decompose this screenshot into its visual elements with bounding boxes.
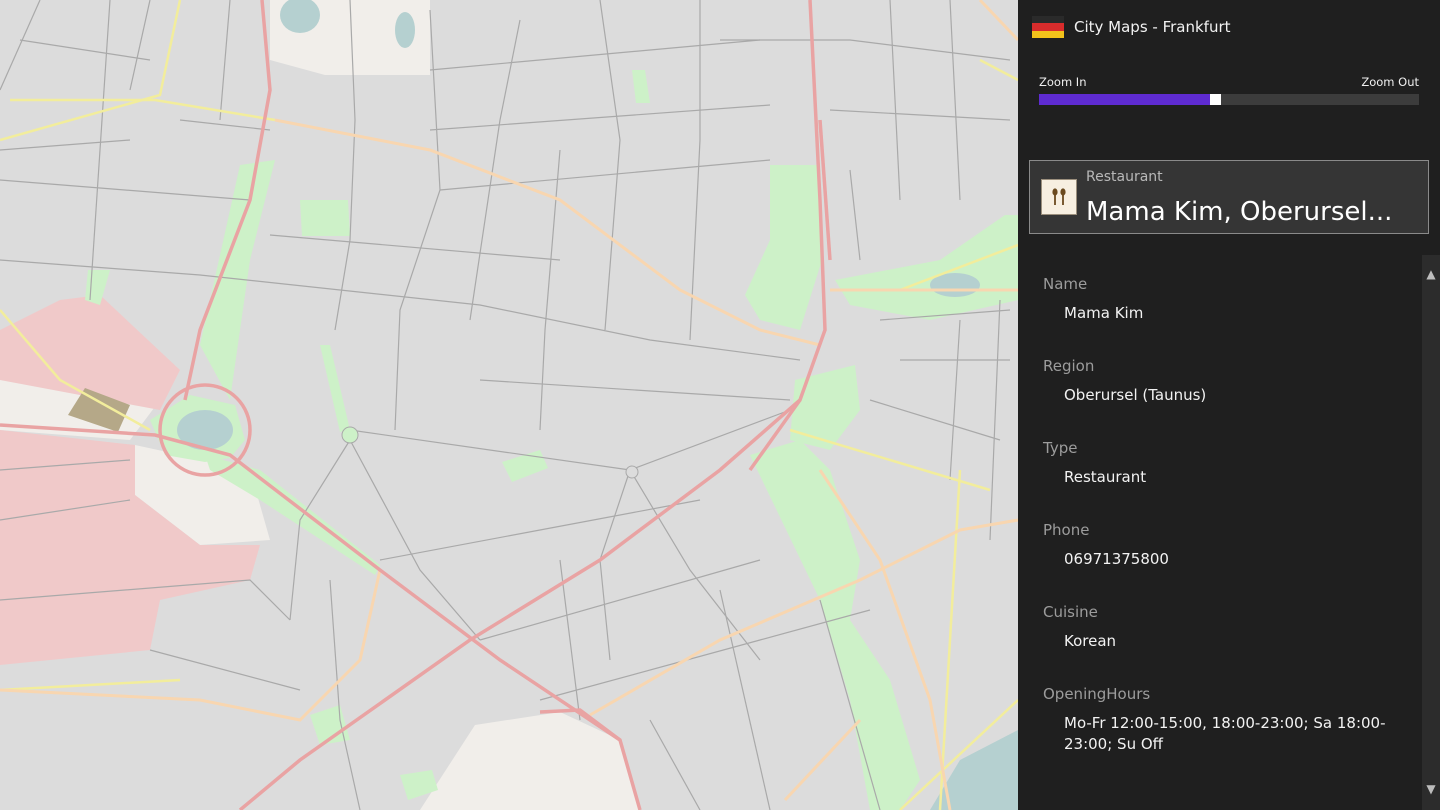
- details-scrollbar[interactable]: ▲ ▼: [1422, 255, 1440, 810]
- map-small-roundabout: [625, 465, 639, 479]
- detail-label: Cuisine: [1043, 603, 1098, 621]
- app-title: City Maps - Frankfurt: [1074, 18, 1231, 36]
- selected-place-card[interactable]: Restaurant Mama Kim, Oberursel...: [1029, 160, 1429, 234]
- map-small-roundabout: [341, 426, 359, 444]
- flag-stripe-red: [1032, 23, 1064, 31]
- detail-value: Mo-Fr 12:00-15:00, 18:00-23:00; Sa 18:00…: [1064, 714, 1386, 753]
- flag-stripe-black: [1032, 16, 1064, 24]
- scroll-down-icon[interactable]: ▼: [1422, 780, 1440, 798]
- scroll-up-icon[interactable]: ▲: [1422, 265, 1440, 283]
- flag-stripe-gold: [1032, 30, 1064, 38]
- detail-phone: Phone 06971375800: [1043, 521, 1403, 600]
- detail-value[interactable]: 06971375800: [1043, 549, 1403, 570]
- detail-value: Restaurant: [1064, 468, 1147, 486]
- detail-label: OpeningHours: [1043, 685, 1151, 703]
- detail-opening-hours: OpeningHours Mo-Fr 12:00-15:00, 18:00-23…: [1043, 685, 1403, 764]
- map-view[interactable]: [0, 0, 1018, 810]
- zoom-out-label[interactable]: Zoom Out: [1361, 75, 1419, 89]
- germany-flag-icon: [1032, 16, 1064, 38]
- detail-value: Korean: [1064, 632, 1117, 650]
- detail-value: Oberursel (Taunus): [1064, 386, 1207, 404]
- detail-label: Type: [1043, 439, 1078, 457]
- place-title: Mama Kim, Oberursel...: [1086, 197, 1393, 227]
- detail-label: Phone: [1043, 521, 1090, 539]
- zoom-labels: Zoom In Zoom Out: [1039, 75, 1419, 89]
- zoom-slider[interactable]: [1039, 94, 1419, 105]
- detail-label: Name: [1043, 275, 1088, 293]
- detail-type: Type Restaurant: [1043, 439, 1403, 518]
- details-panel: City Maps - Frankfurt Zoom In Zoom Out R…: [1018, 0, 1440, 810]
- zoom-slider-fill: [1039, 94, 1210, 105]
- restaurant-icon: [1041, 179, 1077, 215]
- place-type: Restaurant: [1086, 169, 1163, 185]
- details-list: Name Mama Kim Region Oberursel (Taunus) …: [1043, 272, 1403, 764]
- detail-region: Region Oberursel (Taunus): [1043, 357, 1403, 436]
- detail-label: Region: [1043, 357, 1095, 375]
- zoom-in-label[interactable]: Zoom In: [1039, 75, 1087, 89]
- detail-value: Mama Kim: [1064, 304, 1144, 322]
- app-header: City Maps - Frankfurt: [1032, 14, 1231, 40]
- detail-cuisine: Cuisine Korean: [1043, 603, 1403, 682]
- zoom-slider-thumb[interactable]: [1210, 94, 1221, 105]
- detail-name: Name Mama Kim: [1043, 275, 1403, 354]
